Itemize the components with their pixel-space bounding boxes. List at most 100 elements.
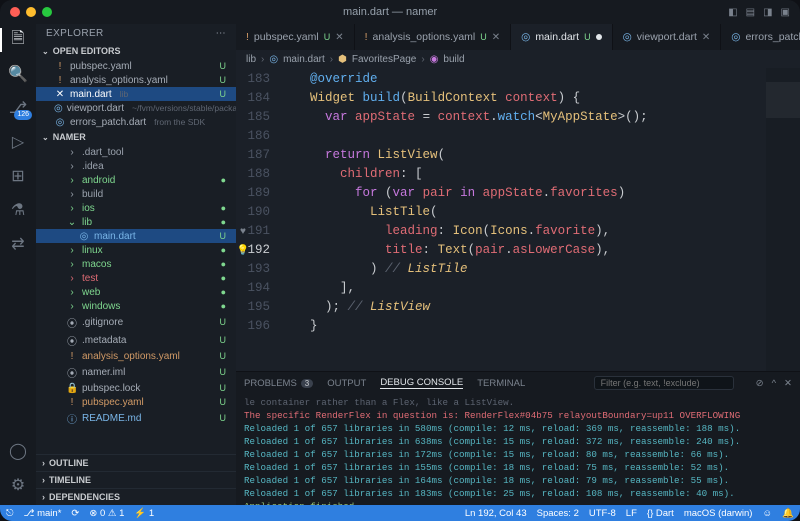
status-language[interactable]: {} Dart — [647, 508, 674, 519]
minimap-viewport[interactable] — [766, 82, 800, 118]
tab-close-icon[interactable]: ✕ — [702, 32, 710, 43]
editor-tab[interactable]: !pubspec.yamlU✕ — [236, 24, 355, 50]
sidebar-section-dependencies[interactable]: ›DEPENDENCIES — [36, 488, 236, 505]
tree-icon: ⦿ — [66, 315, 78, 330]
file-tree-item[interactable]: ›android● — [36, 173, 236, 187]
tree-status: ● — [221, 217, 232, 227]
sidebar-title: EXPLORER — [46, 28, 104, 39]
breadcrumb-part[interactable]: FavoritesPage — [352, 54, 416, 65]
panel-close-icon[interactable]: ✕ — [784, 378, 792, 389]
activity-search-icon[interactable]: 🔍 — [8, 64, 28, 84]
tree-status: U — [220, 383, 233, 393]
tree-icon: › — [66, 161, 78, 172]
layout-right-icon[interactable]: ◨ — [763, 7, 772, 18]
status-encoding[interactable]: UTF-8 — [589, 508, 616, 519]
layout-sidebar-icon[interactable]: ◧ — [728, 7, 737, 18]
open-editor-item[interactable]: ◎viewport.dart~/fvm/versions/stable/pack… — [36, 101, 236, 115]
file-tree-item[interactable]: ⦿.gitignoreU — [36, 313, 236, 331]
panel-tab-problems[interactable]: PROBLEMS 3 — [244, 378, 313, 389]
gutter-lightbulb-icon[interactable]: 💡 — [237, 245, 249, 256]
file-tree-item[interactable]: ›macos● — [36, 257, 236, 271]
layout-panel-icon[interactable]: ▤ — [746, 7, 755, 18]
file-tree-item[interactable]: ›build — [36, 187, 236, 201]
activity-extensions-icon[interactable]: ⊞ — [8, 166, 28, 186]
status-sync-icon[interactable]: ⟳ — [71, 508, 79, 519]
status-eol[interactable]: LF — [626, 508, 637, 519]
file-tree-item[interactable]: !pubspec.yamlU — [36, 395, 236, 409]
tree-status: U — [220, 317, 233, 327]
panel-filter-input[interactable] — [594, 376, 734, 390]
file-tree-item[interactable]: ›ios● — [36, 201, 236, 215]
status-feedback-icon[interactable]: ☺ — [762, 508, 772, 519]
clear-console-icon[interactable]: ⊘ — [756, 378, 764, 389]
open-editor-item[interactable]: ✕main.dartlibU — [36, 87, 236, 101]
editor-tab[interactable]: ◎viewport.dart✕ — [613, 24, 722, 50]
file-tree-item[interactable]: ◎main.dartU — [36, 229, 236, 243]
breadcrumb-part[interactable]: main.dart — [283, 54, 325, 65]
open-editor-item[interactable]: ◎errors_patch.dartfrom the SDK — [36, 115, 236, 129]
file-tree-item[interactable]: ›test● — [36, 271, 236, 285]
file-tree-item[interactable]: ⦿.metadataU — [36, 331, 236, 349]
file-tree-item[interactable]: ⓘREADME.mdU — [36, 409, 236, 427]
close-window-icon[interactable] — [10, 7, 20, 17]
panel-tab-output[interactable]: OUTPUT — [327, 378, 366, 389]
status-position[interactable]: Ln 192, Col 43 — [465, 508, 527, 519]
file-tree-item[interactable]: ⦿namer.imlU — [36, 363, 236, 381]
console-line: Reloaded 1 of 657 libraries in 183ms (co… — [244, 487, 792, 500]
file-tree-item[interactable]: 🔒pubspec.lockU — [36, 381, 236, 395]
tab-close-icon[interactable]: ✕ — [492, 32, 500, 43]
code-editor[interactable]: ♥💡 1831841851861871881891901911921931941… — [236, 68, 800, 371]
layout-full-icon[interactable]: ▣ — [781, 7, 790, 18]
editor-tab[interactable]: ◎errors_patch.dart✕ — [721, 24, 800, 50]
editor-tab[interactable]: !analysis_options.yamlU✕ — [355, 24, 512, 50]
file-tree-item[interactable]: ›.dart_tool — [36, 145, 236, 159]
gutter-heart-icon[interactable]: ♥ — [240, 226, 246, 237]
file-tree-item[interactable]: ›linux● — [36, 243, 236, 257]
activity-test-icon[interactable]: ⚗ — [8, 200, 28, 220]
activity-explorer-icon[interactable]: 🗎 — [8, 30, 28, 50]
status-bell-icon[interactable]: 🔔 — [782, 508, 794, 519]
activity-settings-icon[interactable]: ⚙ — [8, 475, 28, 495]
breadcrumb-part[interactable]: lib — [246, 54, 256, 65]
file-tree-item[interactable]: ›.idea — [36, 159, 236, 173]
breadcrumb[interactable]: lib› ◎ main.dart› ⬢ FavoritesPage› ◉ bui… — [236, 50, 800, 68]
status-hot-reload[interactable]: ⚡ 1 — [134, 508, 154, 519]
tab-close-icon[interactable]: ✕ — [335, 32, 343, 43]
file-name: errors_patch.dart — [70, 117, 146, 128]
sidebar-section-timeline[interactable]: ›TIMELINE — [36, 471, 236, 488]
open-editors-section[interactable]: ⌄ OPEN EDITORS — [36, 43, 236, 59]
panel-tab-terminal[interactable]: TERMINAL — [477, 378, 525, 389]
editor-tab[interactable]: ◎main.dartU — [511, 24, 612, 50]
tree-label: main.dart — [94, 231, 136, 242]
status-spaces[interactable]: Spaces: 2 — [537, 508, 579, 519]
tree-label: android — [82, 175, 115, 186]
tree-icon: › — [66, 287, 78, 298]
file-tree-item[interactable]: !analysis_options.yamlU — [36, 349, 236, 363]
minimize-window-icon[interactable] — [26, 7, 36, 17]
file-tree-item[interactable]: ›windows● — [36, 299, 236, 313]
panel-tab-debug-console[interactable]: DEBUG CONSOLE — [380, 377, 463, 389]
activity-account-icon[interactable]: ◯ — [8, 441, 28, 461]
file-tree-item[interactable]: ›web● — [36, 285, 236, 299]
maximize-window-icon[interactable] — [42, 7, 52, 17]
activity-debug-icon[interactable]: ▷ — [8, 132, 28, 152]
project-section[interactable]: ⌄ NAMER — [36, 129, 236, 145]
sidebar-more-icon[interactable]: ⋯ — [216, 28, 226, 39]
panel-maximize-icon[interactable]: ^ — [772, 378, 776, 389]
breadcrumb-part[interactable]: build — [443, 54, 464, 65]
tab-file-icon: ◎ — [731, 31, 740, 43]
activity-scm-icon[interactable]: ⎇126 — [8, 98, 28, 118]
status-errors[interactable]: ⊗ 0 ⚠ 1 — [89, 508, 124, 519]
debug-console-output[interactable]: le container rather than a Flex, like a … — [236, 394, 800, 505]
code-content[interactable]: @override Widget build(BuildContext cont… — [280, 68, 766, 371]
sidebar-section-outline[interactable]: ›OUTLINE — [36, 454, 236, 471]
status-target[interactable]: macOS (darwin) — [684, 508, 753, 519]
activity-share-icon[interactable]: ⇄ — [8, 234, 28, 254]
remote-icon[interactable]: ⎋ — [6, 508, 14, 519]
open-editor-item[interactable]: !pubspec.yamlU — [36, 59, 236, 73]
open-editor-item[interactable]: !analysis_options.yamlU — [36, 73, 236, 87]
status-branch[interactable]: ⎇ main* — [24, 508, 62, 519]
minimap[interactable] — [766, 68, 800, 371]
file-tree-item[interactable]: ⌄lib● — [36, 215, 236, 229]
tree-status: U — [220, 231, 233, 241]
